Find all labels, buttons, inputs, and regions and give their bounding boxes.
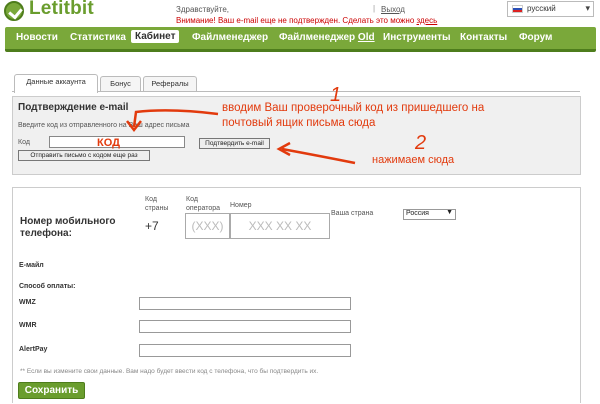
annotation-step1-line2: почтовый ящик письма сюда xyxy=(222,117,376,129)
tab-account-data[interactable]: Данные аккаунта xyxy=(14,74,98,93)
annotation-code-marker: КОД xyxy=(97,137,120,149)
annotation-click-here: нажимаем сюда xyxy=(372,154,455,166)
arrow-to-confirm-button xyxy=(281,147,356,165)
arrow-to-code-input xyxy=(132,109,219,128)
annotation-arrows xyxy=(126,109,356,165)
annotation-step1-line1: вводим Ваш проверочный код из пришедшего… xyxy=(222,102,485,114)
annotation-step-2: 2 xyxy=(415,132,427,154)
